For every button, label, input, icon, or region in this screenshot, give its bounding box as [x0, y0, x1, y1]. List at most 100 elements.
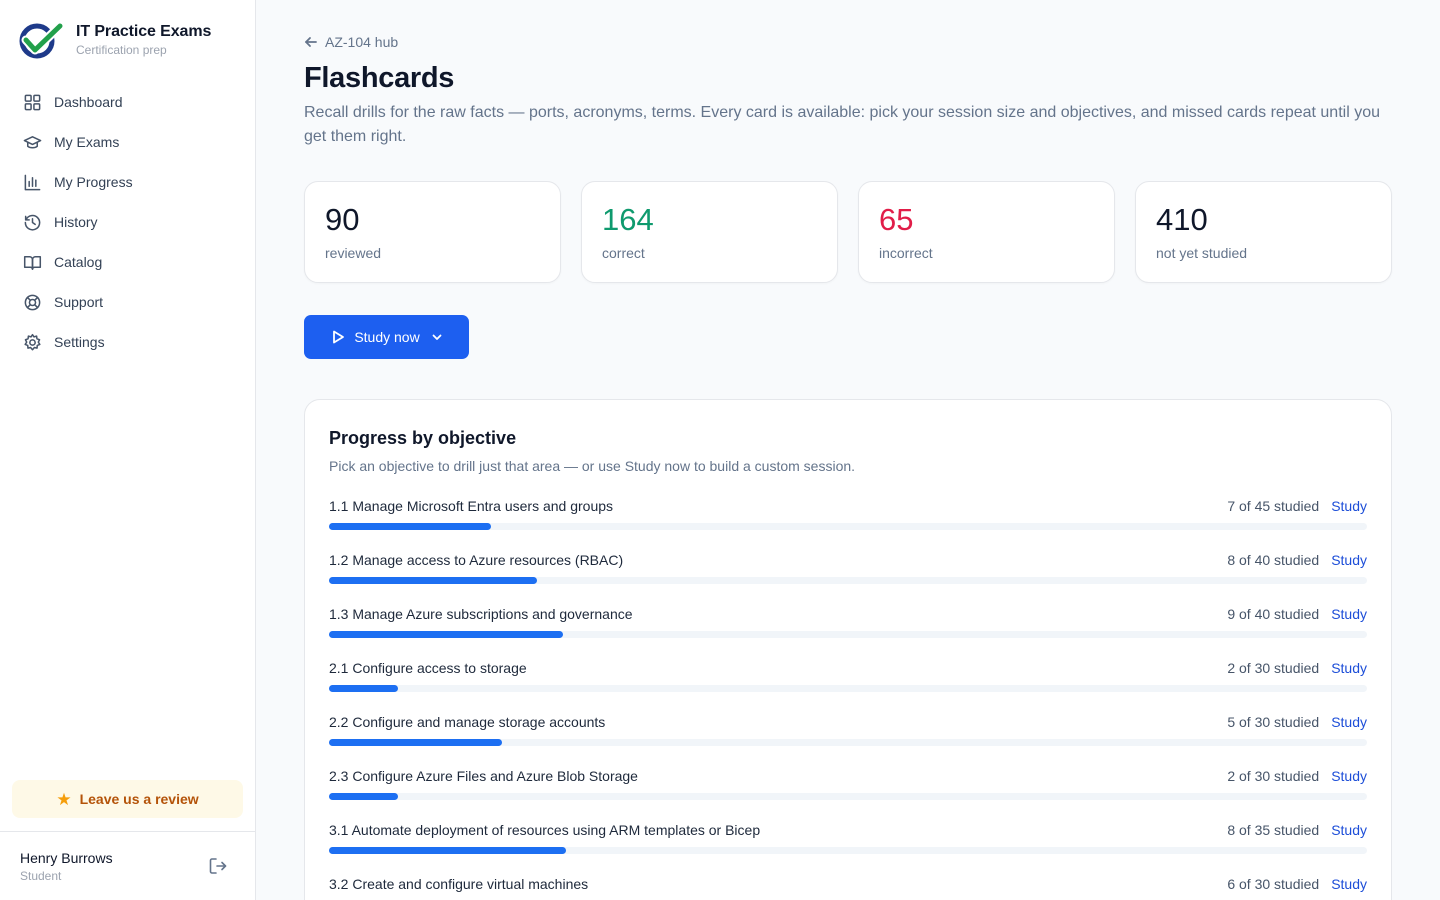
brand-subtitle: Certification prep — [76, 43, 167, 57]
leave-review-button[interactable]: ★ Leave us a review — [12, 780, 243, 818]
page-description: Recall drills for the raw facts — ports,… — [304, 104, 1380, 145]
objective-study-link[interactable]: Study — [1331, 606, 1367, 622]
grid-icon — [24, 94, 41, 110]
sidebar-item-catalog[interactable]: Catalog — [12, 242, 243, 282]
objective-name: 1.2 Manage access to Azure resources (RB… — [329, 552, 624, 568]
chevron-down-icon — [432, 334, 442, 340]
stat-label: reviewed — [325, 245, 382, 261]
sidebar-item-label: Catalog — [54, 254, 103, 270]
graduation-cap-icon — [23, 135, 42, 148]
objective-name: 2.1 Configure access to storage — [329, 660, 527, 676]
stat-value: 164 — [602, 202, 654, 237]
objective-actions: 7 of 45 studied Study — [1227, 498, 1367, 514]
stat-label: incorrect — [879, 245, 933, 261]
objective-count: 2 of 30 studied — [1227, 768, 1320, 784]
gear-icon — [24, 333, 41, 350]
progress-bar-fill — [329, 793, 399, 800]
user-role: Student — [20, 868, 62, 883]
sidebar-item-history[interactable]: History — [12, 202, 243, 242]
sidebar-item-label: Support — [54, 294, 104, 310]
objective-study-link[interactable]: Study — [1331, 714, 1367, 730]
arrow-left-icon — [305, 37, 317, 47]
objective-row: 2.1 Configure access to storage 2 of 30 s… — [329, 660, 1367, 714]
sidebar-item-my-progress[interactable]: My Progress — [12, 162, 243, 202]
progress-bar-track — [329, 793, 1367, 800]
objective-count: 8 of 40 studied — [1227, 552, 1320, 568]
stat-card-reviewed: 90 reviewed — [304, 181, 561, 283]
objective-actions: 2 of 30 studied Study — [1227, 660, 1367, 676]
play-icon — [333, 330, 345, 344]
sidebar-item-label: My Exams — [54, 134, 120, 150]
objective-actions: 8 of 35 studied Study — [1227, 822, 1367, 838]
history-icon — [24, 214, 41, 231]
sidebar-item-label: My Progress — [54, 174, 133, 190]
bar-chart-icon — [24, 174, 41, 190]
progress-bar-fill — [329, 739, 503, 746]
leave-review-label: Leave us a review — [79, 791, 199, 807]
objective-count: 9 of 40 studied — [1227, 606, 1320, 622]
progress-bar-fill — [329, 847, 567, 854]
panel-subtitle: Pick an objective to drill just that are… — [329, 458, 856, 474]
life-buoy-icon — [24, 294, 41, 310]
sidebar-item-support[interactable]: Support — [12, 282, 243, 322]
objective-study-link[interactable]: Study — [1331, 498, 1367, 514]
back-link-label: AZ-104 hub — [325, 34, 399, 50]
stat-card-not-studied: 410 not yet studied — [1135, 181, 1392, 283]
study-now-button[interactable]: Study now — [304, 315, 469, 359]
book-open-icon — [23, 255, 42, 270]
logout-button[interactable] — [208, 856, 228, 876]
objective-study-link[interactable]: Study — [1331, 552, 1367, 568]
sidebar: IT Practice Exams Certification prep Das… — [0, 0, 256, 900]
sidebar-nav: Dashboard My Exams My Progress History C… — [0, 82, 255, 362]
progress-bar-fill — [329, 685, 399, 692]
progress-bar-track — [329, 847, 1367, 854]
star-icon: ★ — [56, 789, 72, 809]
objective-study-link[interactable]: Study — [1331, 768, 1367, 784]
objective-row: 1.2 Manage access to Azure resources (RB… — [329, 552, 1367, 606]
user-profile: Henry Burrows Student — [0, 831, 255, 900]
objective-actions: 6 of 30 studied Study — [1227, 876, 1367, 892]
objective-name: 3.2 Create and configure virtual machine… — [329, 876, 589, 892]
sidebar-item-settings[interactable]: Settings — [12, 322, 243, 362]
page-title: Flashcards — [304, 62, 455, 94]
objective-actions: 5 of 30 studied Study — [1227, 714, 1367, 730]
objective-count: 5 of 30 studied — [1227, 714, 1320, 730]
objective-name: 3.1 Automate deployment of resources usi… — [329, 822, 761, 838]
objective-row: 1.3 Manage Azure subscriptions and gover… — [329, 606, 1367, 660]
sidebar-item-label: History — [54, 214, 98, 230]
sidebar-item-dashboard[interactable]: Dashboard — [12, 82, 243, 122]
objective-name: 2.3 Configure Azure Files and Azure Blob… — [329, 768, 638, 784]
stat-card-correct: 164 correct — [581, 181, 838, 283]
progress-bar-fill — [329, 523, 491, 530]
progress-bar-track — [329, 739, 1367, 746]
progress-bar-track — [329, 685, 1367, 692]
objective-name: 2.2 Configure and manage storage account… — [329, 714, 606, 730]
brand[interactable]: IT Practice Exams Certification prep — [0, 0, 255, 80]
objective-name: 1.3 Manage Azure subscriptions and gover… — [329, 606, 633, 622]
progress-bar-fill — [329, 631, 563, 638]
sidebar-item-label: Dashboard — [54, 94, 123, 110]
objective-row: 3.1 Automate deployment of resources usi… — [329, 822, 1367, 876]
objective-study-link[interactable]: Study — [1331, 822, 1367, 838]
objective-actions: 9 of 40 studied Study — [1227, 606, 1367, 622]
stat-label: correct — [602, 245, 645, 261]
stat-label: not yet studied — [1156, 245, 1248, 261]
objective-count: 2 of 30 studied — [1227, 660, 1320, 676]
objective-actions: 2 of 30 studied Study — [1227, 768, 1367, 784]
objective-name: 1.1 Manage Microsoft Entra users and gro… — [329, 498, 614, 514]
logout-icon — [209, 858, 227, 874]
progress-bar-track — [329, 631, 1367, 638]
stat-value: 410 — [1156, 202, 1208, 237]
sidebar-item-my-exams[interactable]: My Exams — [12, 122, 243, 162]
panel-title: Progress by objective — [329, 428, 517, 448]
back-link[interactable]: AZ-104 hub — [304, 34, 398, 50]
logo-icon — [19, 21, 64, 59]
objective-study-link[interactable]: Study — [1331, 876, 1367, 892]
objective-study-link[interactable]: Study — [1331, 660, 1367, 676]
objective-row: 3.2 Create and configure virtual machine… — [329, 876, 1367, 900]
stat-value: 65 — [879, 202, 914, 237]
stat-card-incorrect: 65 incorrect — [858, 181, 1115, 283]
user-name: Henry Burrows — [20, 849, 113, 866]
progress-bar-fill — [329, 577, 537, 584]
objective-row: 2.3 Configure Azure Files and Azure Blob… — [329, 768, 1367, 822]
